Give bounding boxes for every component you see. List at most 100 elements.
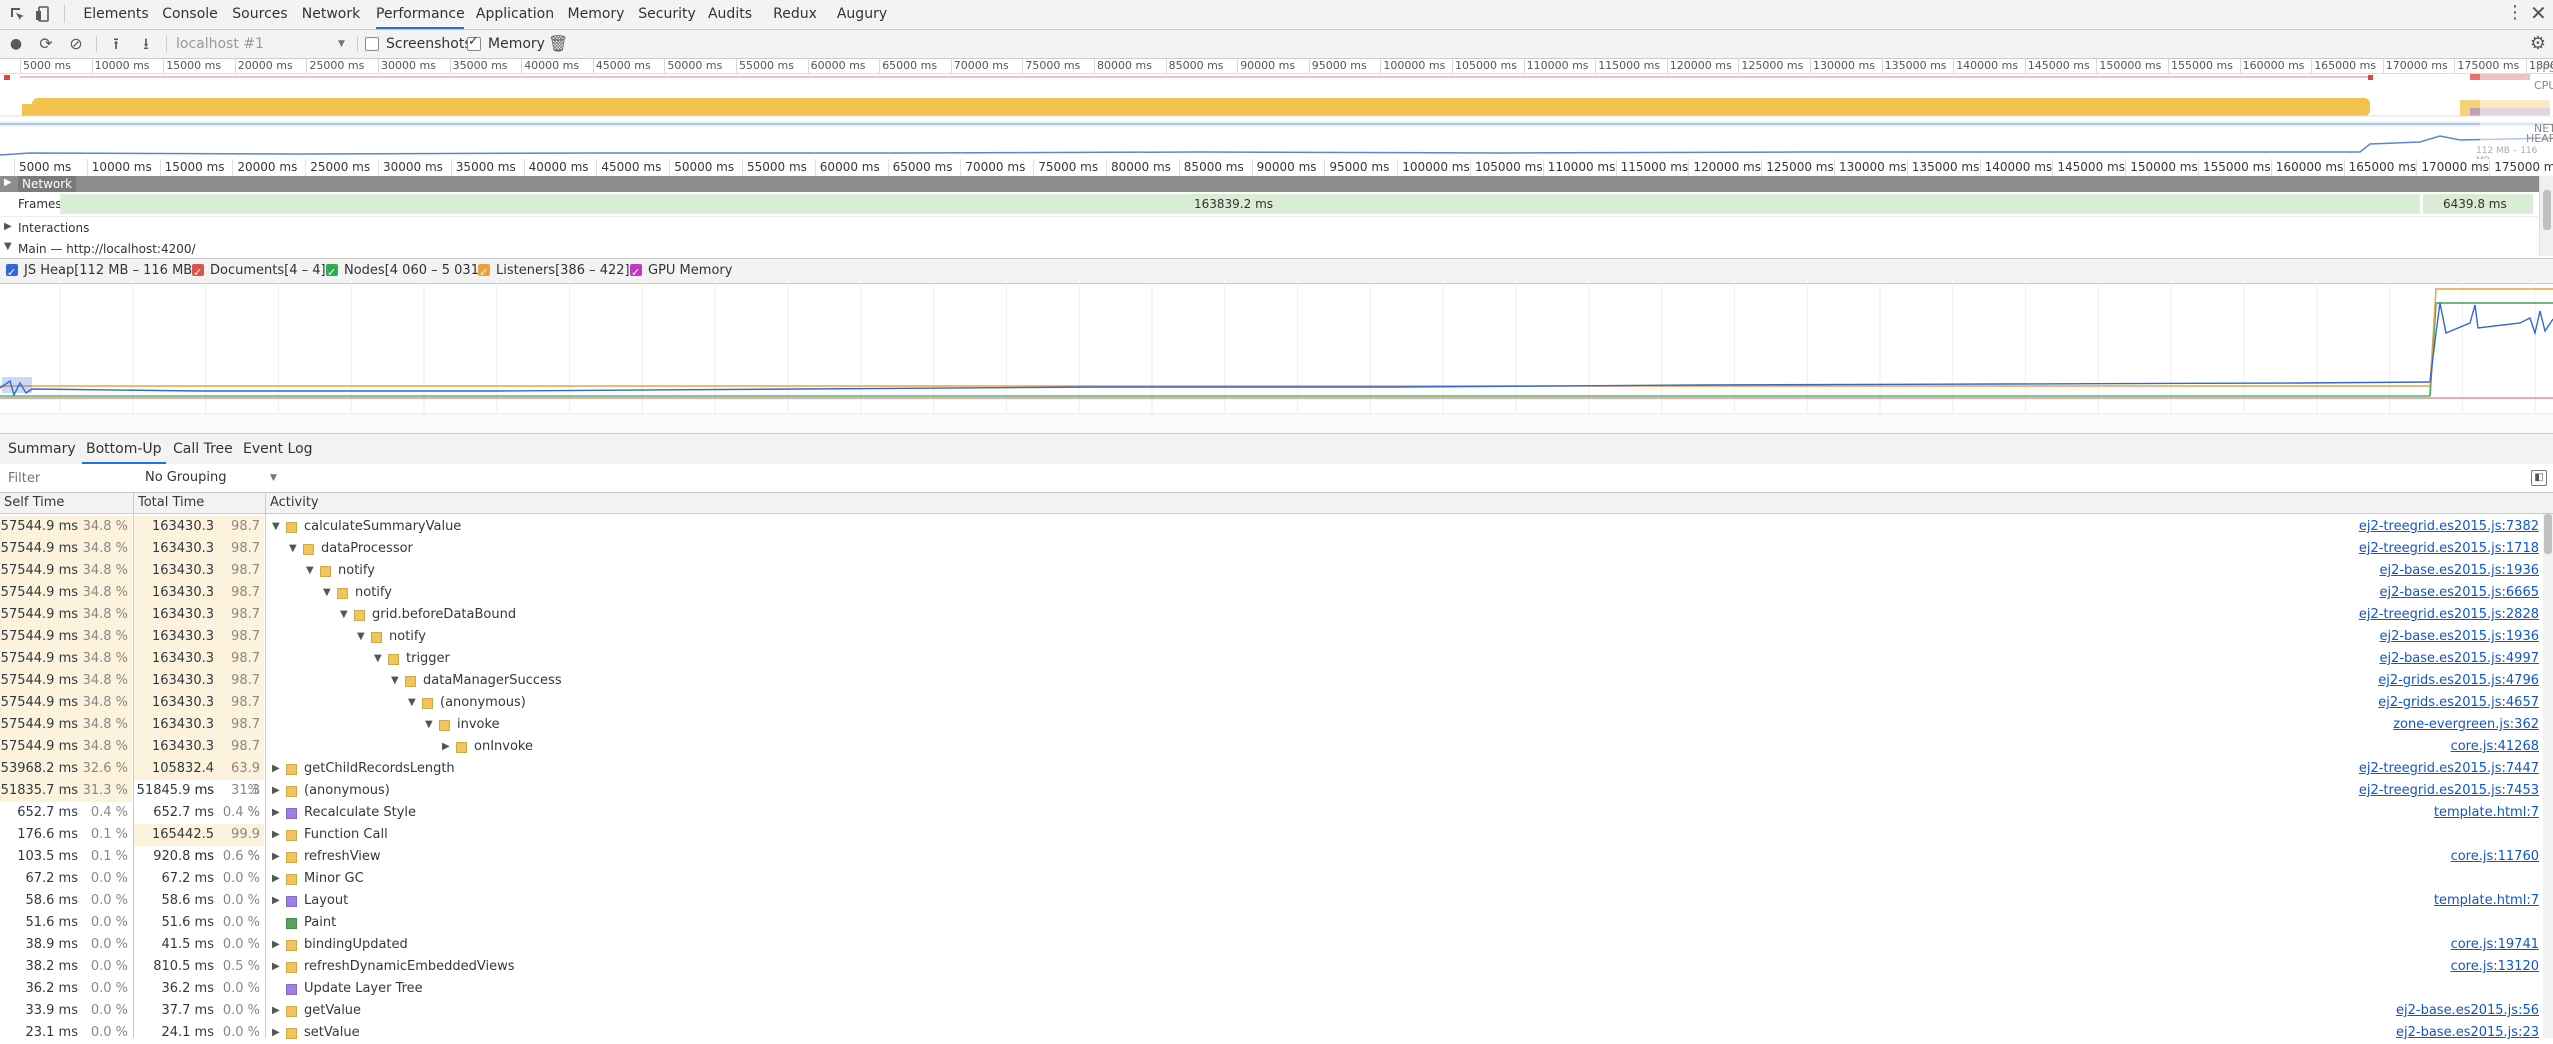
grouping-select[interactable]: No Grouping ▼ [145, 464, 285, 492]
timeline-overview[interactable]: FPS CPU NET HEAP 112 MB – 116 MB [0, 62, 2553, 166]
tab-audits[interactable]: Audits [700, 0, 760, 29]
inspect-element-icon[interactable] [8, 5, 26, 23]
device-toolbar-icon[interactable] [34, 5, 52, 23]
source-link[interactable]: ej2-treegrid.es2015.js:7447 [2359, 758, 2539, 780]
table-row[interactable]: ▼ 57544.9 ms 34.8 % 163430.3 ms98.7 % dataMa… [0, 670, 2553, 710]
collapse-triangle-icon[interactable]: ▼ [408, 692, 416, 714]
save-profile-icon[interactable]: ⭳ [136, 34, 156, 54]
panel-splitter[interactable] [0, 413, 2553, 434]
table-row[interactable]: ▼ 57544.9 ms 34.8 % 163430.3 ms98.7 % invoke… [0, 714, 2553, 754]
tab-console[interactable]: Console [162, 0, 218, 29]
source-link[interactable]: ej2-grids.es2015.js:4796 [2378, 670, 2539, 692]
expand-triangle-icon[interactable]: ▶ [272, 934, 280, 956]
counter-checkbox[interactable] [326, 261, 338, 285]
source-link[interactable]: ej2-base.es2015.js:1936 [2379, 560, 2539, 582]
close-devtools-icon[interactable]: ✕ [2530, 1, 2547, 25]
counter-checkbox[interactable] [478, 261, 490, 285]
expand-triangle-icon[interactable]: ▶ [272, 780, 280, 802]
table-row[interactable]: ▼ 57544.9 ms 34.8 % 163430.3 ms98.7 % trigge… [0, 648, 2553, 688]
expand-triangle-icon[interactable]: ▶ [272, 868, 280, 890]
capture-settings-icon[interactable]: ⚙ [2528, 34, 2548, 54]
expand-triangle-icon[interactable]: ▶ [272, 956, 280, 978]
table-row[interactable]: ▶ 33.9 ms 0.0 % 37.7 ms 0.0 % getValue ej2-bas… [0, 1000, 2553, 1022]
source-link[interactable]: ej2-base.es2015.js:23 [2396, 1022, 2539, 1044]
tab-event-log[interactable]: Event Log [239, 434, 317, 464]
reload-record-icon[interactable]: ⟳ [36, 34, 56, 54]
collapse-triangle-icon[interactable]: ▼ [289, 538, 297, 560]
filter-input[interactable] [6, 468, 130, 488]
table-row[interactable]: ▼ 57544.9 ms 34.8 % 163430.3 ms98.7 % dataPr… [0, 538, 2553, 578]
memory-counter-toggle[interactable]: Listeners[386 – 422] [478, 259, 630, 285]
frame-bar[interactable]: 6439.8 ms [2423, 194, 2533, 214]
expand-triangle-icon[interactable]: ▶ [272, 890, 280, 912]
tab-network[interactable]: Network [300, 0, 362, 29]
table-row[interactable]: 36.2 ms 0.0 % 36.2 ms 0.0 % Update Layer Tre… [0, 978, 2553, 1000]
source-link[interactable]: template.html:7 [2434, 890, 2539, 912]
tab-security[interactable]: Security [638, 0, 696, 29]
tab-application[interactable]: Application [475, 0, 555, 29]
main-thread-track[interactable]: ▼ Main — http://localhost:4200/ [0, 238, 2553, 256]
counter-checkbox[interactable] [192, 261, 204, 285]
source-link[interactable]: template.html:7 [2434, 802, 2539, 824]
table-row[interactable]: ▶ 51835.7 ms 31.3 % 51845.9 ms 31.3 % (anonym… [0, 780, 2553, 820]
table-row[interactable]: ▶ 38.9 ms 0.0 % 41.5 ms 0.0 % bindingUpdated c… [0, 934, 2553, 956]
table-row[interactable]: ▶ 176.6 ms 0.1 % 165442.5 ms 99.9 % Function … [0, 824, 2553, 864]
memory-counter-toggle[interactable]: Documents[4 – 4] [192, 259, 326, 285]
record-icon[interactable]: ● [6, 34, 26, 54]
collapse-triangle-icon[interactable]: ▼ [357, 626, 365, 648]
memory-counter-toggle[interactable]: GPU Memory [630, 259, 732, 285]
table-row[interactable]: ▼ 57544.9 ms 34.8 % 163430.3 ms98.7 % grid.b… [0, 604, 2553, 644]
table-row[interactable]: ▶ 57544.9 ms 34.8 % 163430.3 ms98.7 % onInvo… [0, 736, 2553, 776]
source-link[interactable]: core.js:13120 [2451, 956, 2539, 978]
source-link[interactable]: core.js:41268 [2451, 736, 2539, 758]
counter-checkbox[interactable] [630, 261, 642, 285]
table-row[interactable]: ▼ 57544.9 ms 34.8 % 163430.3 ms98.7 % notify… [0, 582, 2553, 622]
scrollbar-thumb[interactable] [2543, 190, 2551, 230]
collapse-triangle-icon[interactable]: ▼ [306, 560, 314, 582]
table-row[interactable]: ▼ 57544.9 ms 34.8 % 163430.3 ms98.7 % (anony… [0, 692, 2553, 732]
collapse-triangle-icon[interactable]: ▼ [272, 516, 280, 538]
table-row[interactable]: ▶ 67.2 ms 0.0 % 67.2 ms 0.0 % Minor GC [0, 868, 2553, 890]
table-row[interactable]: ▶ 53968.2 ms 32.6 % 105832.4 ms 63.9 % getChi… [0, 758, 2553, 798]
table-row[interactable]: ▼ 57544.9 ms 34.8 % 163430.3 ms98.7 % notify… [0, 560, 2553, 600]
tab-redux[interactable]: Redux [770, 0, 820, 29]
source-link[interactable]: ej2-treegrid.es2015.js:7453 [2359, 780, 2539, 802]
table-row[interactable]: ▶ 103.5 ms 0.1 % 920.8 ms 0.6 % refreshView co… [0, 846, 2553, 868]
expand-triangle-icon[interactable]: ▶ [272, 846, 280, 868]
clear-icon[interactable]: ⊘ [66, 34, 86, 54]
collapse-triangle-icon[interactable]: ▼ [323, 582, 331, 604]
tab-memory[interactable]: Memory [565, 0, 627, 29]
network-track[interactable]: ▶ Network [0, 176, 2553, 192]
tab-bottom-up[interactable]: Bottom-Up [82, 434, 166, 464]
table-row[interactable]: ▶ 652.7 ms 0.4 % 652.7 ms 0.4 % Recalculate S… [0, 802, 2553, 824]
table-scrollbar[interactable] [2543, 514, 2553, 1038]
column-header-self-time[interactable]: Self Time [0, 493, 64, 513]
tab-augury[interactable]: Augury [832, 0, 892, 29]
tab-summary[interactable]: Summary [4, 434, 80, 464]
collapse-triangle-icon[interactable]: ▼ [374, 648, 382, 670]
memory-checkbox[interactable] [467, 34, 481, 51]
toggle-sidebar-icon[interactable]: ◧ [2531, 470, 2547, 486]
interactions-track[interactable]: ▶ Interactions [0, 216, 2553, 239]
source-link[interactable]: ej2-base.es2015.js:4997 [2379, 648, 2539, 670]
tab-sources[interactable]: Sources [230, 0, 290, 29]
source-link[interactable]: ej2-grids.es2015.js:4657 [2378, 692, 2539, 714]
table-row[interactable]: ▼ 57544.9 ms 34.8 % 163430.3 ms98.7 % calcul… [0, 516, 2553, 556]
table-row[interactable]: ▼ 57544.9 ms 34.8 % 163430.3 ms98.7 % notify… [0, 626, 2553, 666]
source-link[interactable]: ej2-base.es2015.js:1936 [2379, 626, 2539, 648]
collapse-triangle-icon[interactable]: ▼ [425, 714, 433, 736]
source-link[interactable]: ej2-treegrid.es2015.js:1718 [2359, 538, 2539, 560]
expand-triangle-icon[interactable]: ▶ [442, 736, 450, 758]
memory-counter-toggle[interactable]: JS Heap[112 MB – 116 MB] [6, 259, 197, 285]
collect-garbage-icon[interactable]: 🗑 [548, 34, 568, 54]
table-row[interactable]: 51.6 ms 0.0 % 51.6 ms 0.0 % Paint [0, 912, 2553, 934]
collapse-triangle-icon[interactable]: ▼ [340, 604, 348, 626]
table-row[interactable]: ▶ 58.6 ms 0.0 % 58.6 ms 0.0 % Layout template.… [0, 890, 2553, 912]
column-header-activity[interactable]: Activity [266, 493, 319, 513]
expand-triangle-icon[interactable]: ▶ [272, 1000, 280, 1022]
tab-call-tree[interactable]: Call Tree [169, 434, 237, 464]
tab-elements[interactable]: Elements [80, 0, 152, 29]
counter-checkbox[interactable] [6, 261, 18, 285]
memory-counter-toggle[interactable]: Nodes[4 060 – 5 031] [326, 259, 484, 285]
more-menu-icon[interactable]: ⋮ [2506, 2, 2524, 23]
